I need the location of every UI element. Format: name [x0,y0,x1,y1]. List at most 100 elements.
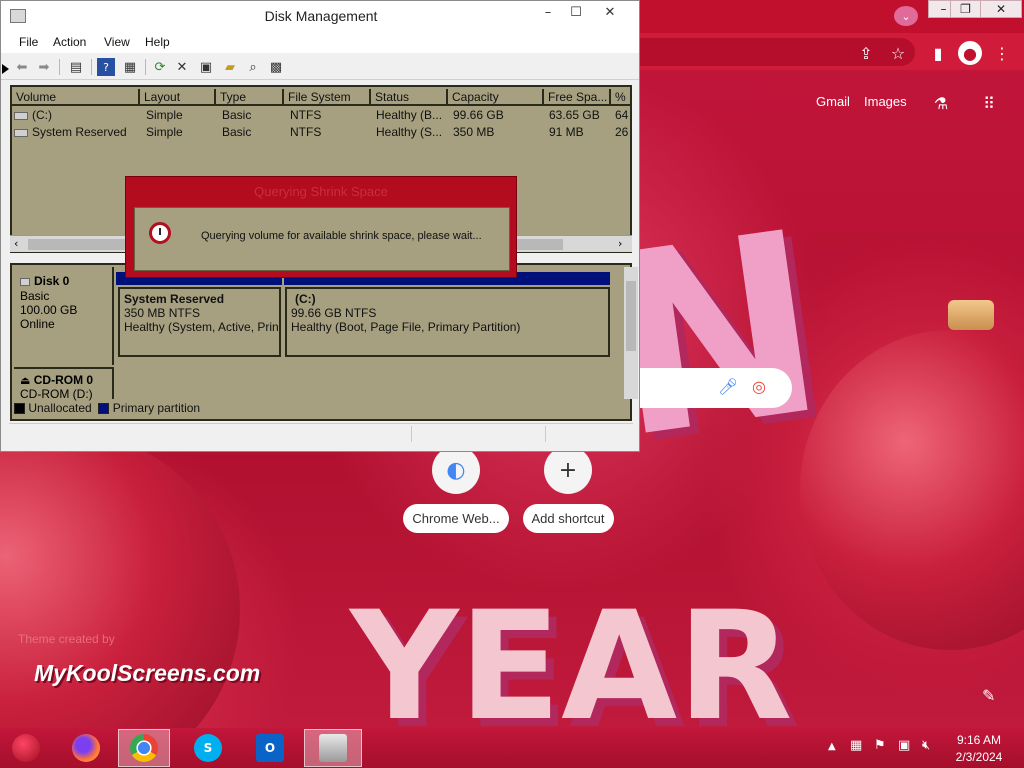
legend-label: Unallocated [28,401,92,415]
toolbar-separator [59,59,60,75]
bookmark-star-icon[interactable]: ☆ [888,43,908,63]
chrome-restore-button[interactable]: ❐ [950,0,981,18]
open-folder-icon[interactable]: ▰ [221,58,239,76]
shortcut-add[interactable]: + Add shortcut [512,446,624,536]
voice-search-icon[interactable]: 🎤︎ [718,377,738,396]
google-search-box[interactable]: 🎤︎ ◎ [640,368,792,408]
show-hidden-icons-icon[interactable]: ▲ [828,741,836,752]
col-volume[interactable]: Volume [12,89,140,106]
disk-management-icon [319,734,347,762]
taskbar-disk-management[interactable] [304,729,362,767]
legend-swatch-unallocated [14,403,25,415]
menu-help[interactable]: Help [145,35,170,49]
shortcut-label: Add shortcut [522,504,614,533]
disk-management-window: Disk Management – ☐ ✕ File Action View H… [0,0,640,452]
action-center-flag-icon[interactable]: ⚑ [874,738,886,753]
partition-legend: Unallocated Primary partition [14,401,628,417]
col-capacity[interactable]: Capacity [448,89,544,106]
scrollbar-thumb[interactable] [626,281,636,351]
dialog-title: Querying Shrink Space [254,184,388,199]
query-shrink-dialog[interactable]: Querying Shrink Space Querying volume fo… [125,176,517,278]
status-cell: Healthy (S... [376,125,443,139]
network-devices-icon[interactable]: ▦ [850,738,862,753]
toolbar: ⬅ ➡ ▤ ? ▦ ⟳ ✕ ▣ ▰ ⌕ ▩ [1,54,639,80]
minimize-button[interactable]: – [533,5,563,27]
col-file-system[interactable]: File System [284,89,371,106]
profile-avatar-icon[interactable]: ● [958,41,982,65]
taskbar-skype[interactable]: S [182,729,234,767]
pct-cell: 26 [615,125,629,139]
dialog-body: Querying volume for available shrink spa… [134,207,510,271]
status-bar [9,423,633,443]
forward-arrow-icon[interactable]: ➡ [35,58,53,76]
partition-name: (C:) [295,292,316,306]
firefox-icon [72,734,100,762]
maximize-button[interactable]: ☐ [561,5,591,27]
table-row[interactable]: (C:) Simple Basic NTFS Healthy (B... 99.… [12,107,630,124]
help-icon[interactable]: ? [97,58,115,76]
chrome-close-button[interactable]: ✕ [980,0,1022,18]
taskbar-outlook[interactable]: O [244,729,296,767]
partition-size: 99.66 GB NTFS [291,306,377,320]
disk-graphical-view: Disk 0 Basic 100.00 GB Online System Res… [10,263,638,421]
google-apps-icon[interactable]: ⠿ [978,92,1000,114]
tab-search-icon[interactable]: ⌄ [894,6,918,26]
table-row[interactable]: System Reserved Simple Basic NTFS Health… [12,124,630,141]
back-arrow-icon[interactable]: ⬅ [13,58,31,76]
scroll-left-icon[interactable]: ‹ [14,237,18,250]
menu-action[interactable]: Action [53,35,86,49]
start-button[interactable] [0,729,52,767]
volume-cell: System Reserved [14,125,138,139]
partition-c[interactable]: (C:) 99.66 GB NTFS Healthy (Boot, Page F… [285,287,610,357]
gmail-link[interactable]: Gmail [816,94,850,109]
share-icon[interactable]: ⇪ [856,43,876,63]
window-title-bar[interactable]: Disk Management – ☐ ✕ [1,1,639,33]
volume-name: System Reserved [32,125,127,139]
close-button[interactable]: ✕ [595,5,625,27]
disk0-size: 100.00 GB [20,303,78,317]
taskbar-chrome[interactable] [118,729,170,767]
menu-view[interactable]: View [104,35,130,49]
mouse-cursor [2,64,9,74]
shortcut-chrome-web-store[interactable]: ◐ Chrome Web... [400,446,512,536]
disk0-state: Online [20,317,55,331]
brand-watermark: MyKoolScreens.com [34,660,261,686]
partition-system-reserved[interactable]: System Reserved 350 MB NTFS Healthy (Sys… [118,287,281,357]
show-hide-console-icon[interactable]: ▤ [67,58,85,76]
menu-file[interactable]: File [19,35,38,49]
scroll-right-icon[interactable]: › [618,237,622,250]
col-type[interactable]: Type [216,89,284,106]
cdrom-label[interactable]: ⏏ CD-ROM 0 CD-ROM (D:) [14,367,114,401]
layout-cell: Simple [146,125,183,139]
pct-cell: 64 [615,108,629,122]
search-icon[interactable]: ⌕ [244,58,262,76]
taskbar-firefox[interactable] [60,729,112,767]
images-link[interactable]: Images [864,94,907,109]
cdrom-drive: CD-ROM (D:) [20,387,93,401]
refresh-icon[interactable]: ⟳ [151,58,169,76]
disk-view-vertical-scrollbar[interactable] [624,267,638,399]
settings-icon[interactable]: ▩ [267,58,285,76]
col-layout[interactable]: Layout [140,89,216,106]
col-percent-free[interactable]: % F [611,89,630,106]
properties-icon[interactable]: ▦ [121,58,139,76]
chrome-menu-icon[interactable]: ⋮ [994,43,1010,63]
menu-bar: File Action View Help [1,33,639,53]
check-icon[interactable]: ▣ [197,58,215,76]
free-cell: 91 MB [549,125,584,139]
disk0-label[interactable]: Disk 0 Basic 100.00 GB Online [14,267,114,365]
volume-muted-icon[interactable]: 🔇︎ [922,738,930,753]
taskbar-time[interactable]: 9:16 AM [944,733,1014,747]
col-free-space[interactable]: Free Spa... [544,89,611,106]
network-icon[interactable]: ▣ [898,738,910,753]
side-panel-icon[interactable]: ▮ [928,43,948,63]
type-cell: Basic [222,125,252,139]
taskbar-date[interactable]: 2/3/2024 [944,750,1014,764]
lens-search-icon[interactable]: ◎ [752,377,766,396]
labs-flask-icon[interactable]: ⚗ [930,92,952,114]
layout-cell: Simple [146,108,183,122]
customize-pencil-icon[interactable]: ✎ [982,686,995,705]
col-status[interactable]: Status [371,89,448,106]
delete-icon[interactable]: ✕ [173,58,191,76]
cdrom-name-row: ⏏ CD-ROM 0 [20,373,106,387]
